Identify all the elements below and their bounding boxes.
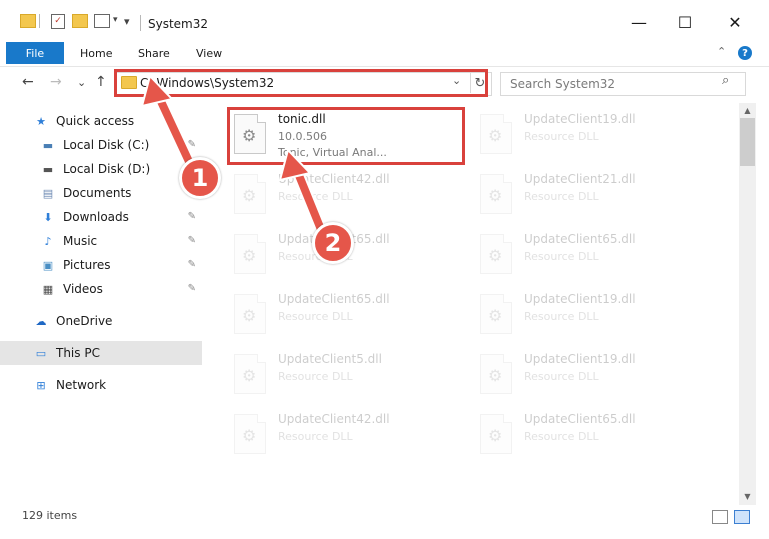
step-2-badge: 2 [312,222,354,264]
step-1-badge: 1 [179,157,221,199]
annotation-arrows [140,74,328,238]
arrow-2 [278,148,328,238]
arrow-1 [140,74,198,174]
